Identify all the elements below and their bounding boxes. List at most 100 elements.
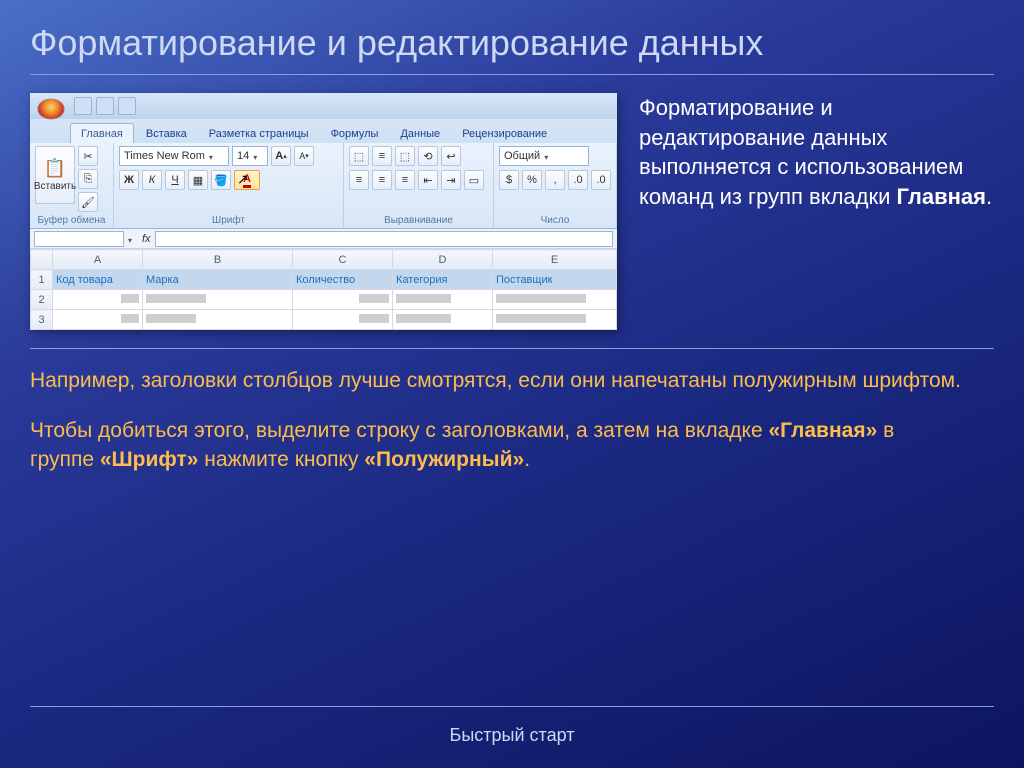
border-button[interactable]: ▦ [188, 170, 208, 190]
group-font-label: Шрифт [119, 215, 338, 227]
font-name-value: Times New Rom [124, 150, 205, 162]
increase-font-button[interactable]: A▴ [271, 146, 291, 166]
fill-color-button[interactable]: 🪣 [211, 170, 231, 190]
align-bottom-button[interactable]: ⬚ [395, 146, 415, 166]
bold-icon: Ж [124, 174, 134, 186]
worksheet[interactable]: A B C D E 1 Код товара Марка Количество … [30, 249, 617, 330]
col-header[interactable]: B [143, 250, 293, 270]
tab-review[interactable]: Рецензирование [452, 124, 557, 143]
col-header[interactable]: C [293, 250, 393, 270]
wrap-text-button[interactable]: ↩ [441, 146, 461, 166]
increase-indent-button[interactable]: ⇥ [441, 170, 461, 190]
excel-screenshot: Главная Вставка Разметка страницы Формул… [30, 93, 617, 330]
select-all-corner[interactable] [31, 250, 53, 270]
copy-button[interactable]: ⎘ [78, 169, 98, 189]
italic-icon: К [149, 174, 155, 186]
decrease-font-button[interactable]: A▾ [294, 146, 314, 166]
percent-button[interactable]: % [522, 170, 542, 190]
cell[interactable] [143, 290, 293, 310]
bold-button[interactable]: Ж [119, 170, 139, 190]
number-format-combo[interactable]: Общий [499, 146, 589, 166]
align-bottom-icon: ⬚ [400, 150, 410, 163]
inc-decimal-button[interactable]: .0 [568, 170, 588, 190]
tab-insert[interactable]: Вставка [136, 124, 197, 143]
formatpainter-button[interactable]: 🖌 [78, 192, 98, 212]
row-header[interactable]: 2 [31, 290, 53, 310]
col-header[interactable]: E [493, 250, 617, 270]
italic-button[interactable]: К [142, 170, 162, 190]
cell[interactable] [493, 310, 617, 330]
dec-decimal-button[interactable]: .0 [591, 170, 611, 190]
font-name-combo[interactable]: Times New Rom [119, 146, 229, 166]
align-top-button[interactable]: ⬚ [349, 146, 369, 166]
col-header[interactable]: D [393, 250, 493, 270]
tab-data[interactable]: Данные [390, 124, 450, 143]
underline-icon: Ч [171, 174, 178, 186]
paste-label: Вставить [34, 181, 76, 192]
row-header[interactable]: 1 [31, 270, 53, 290]
tab-home[interactable]: Главная [70, 123, 134, 143]
qat-save-icon[interactable] [74, 97, 92, 115]
orientation-icon: ⟲ [423, 150, 432, 163]
font-size-combo[interactable]: 14 [232, 146, 268, 166]
align-left-button[interactable]: ≡ [349, 170, 369, 190]
cut-button[interactable]: ✂ [78, 146, 98, 166]
table-row: 2 [31, 290, 617, 310]
formula-input[interactable] [155, 231, 613, 247]
qat-redo-icon[interactable] [118, 97, 136, 115]
cell[interactable] [393, 290, 493, 310]
cell[interactable]: Код товара [53, 270, 143, 290]
bucket-icon: 🪣 [214, 174, 228, 187]
cell[interactable] [393, 310, 493, 330]
cell[interactable] [53, 310, 143, 330]
col-header[interactable]: A [53, 250, 143, 270]
decrease-indent-button[interactable]: ⇤ [418, 170, 438, 190]
cell[interactable]: Марка [143, 270, 293, 290]
group-clipboard-label: Буфер обмена [35, 215, 108, 227]
slide-title: Форматирование и редактирование данных [0, 0, 1024, 64]
number-format-value: Общий [504, 150, 540, 162]
font-color-button[interactable]: A [234, 170, 260, 190]
fx-icon[interactable]: fx [142, 233, 151, 245]
cell[interactable] [293, 290, 393, 310]
chevron-down-icon[interactable] [128, 234, 138, 244]
percent-icon: % [527, 174, 537, 186]
currency-button[interactable]: $ [499, 170, 519, 190]
cell[interactable] [53, 290, 143, 310]
group-number-label: Число [499, 215, 611, 227]
inc-decimal-icon: .0 [573, 174, 582, 186]
align-middle-button[interactable]: ≡ [372, 146, 392, 166]
font-size-value: 14 [237, 150, 249, 162]
cell[interactable] [293, 310, 393, 330]
comma-button[interactable]: , [545, 170, 565, 190]
align-top-icon: ⬚ [354, 150, 364, 163]
cell[interactable]: Поставщик [493, 270, 617, 290]
group-alignment: ⬚ ≡ ⬚ ⟲ ↩ ≡ ≡ ≡ ⇤ ⇥ ▭ [344, 143, 494, 228]
cell[interactable]: Категория [393, 270, 493, 290]
brush-icon: 🖌 [81, 196, 95, 209]
align-center-button[interactable]: ≡ [372, 170, 392, 190]
name-box[interactable] [34, 231, 124, 247]
qat-undo-icon[interactable] [96, 97, 114, 115]
row-header[interactable]: 3 [31, 310, 53, 330]
copy-icon: ⎘ [84, 173, 93, 186]
tab-pagelayout[interactable]: Разметка страницы [199, 124, 319, 143]
cell[interactable] [143, 310, 293, 330]
tab-formulas[interactable]: Формулы [321, 124, 389, 143]
border-icon: ▦ [193, 174, 203, 187]
merge-icon: ▭ [469, 174, 479, 187]
underline-button[interactable]: Ч [165, 170, 185, 190]
table-row: 1 Код товара Марка Количество Категория … [31, 270, 617, 290]
increase-font-icon: A [275, 150, 283, 162]
merge-button[interactable]: ▭ [464, 170, 484, 190]
ribbon: 📋 Вставить ✂ ⎘ 🖌 Буфер обмена [30, 143, 617, 229]
paste-button[interactable]: 📋 Вставить [35, 146, 75, 204]
orientation-button[interactable]: ⟲ [418, 146, 438, 166]
column-headers-row: A B C D E [31, 250, 617, 270]
chevron-down-icon [544, 151, 554, 161]
align-right-button[interactable]: ≡ [395, 170, 415, 190]
cell[interactable]: Количество [293, 270, 393, 290]
group-alignment-label: Выравнивание [349, 215, 488, 227]
office-button[interactable] [37, 99, 64, 120]
cell[interactable] [493, 290, 617, 310]
